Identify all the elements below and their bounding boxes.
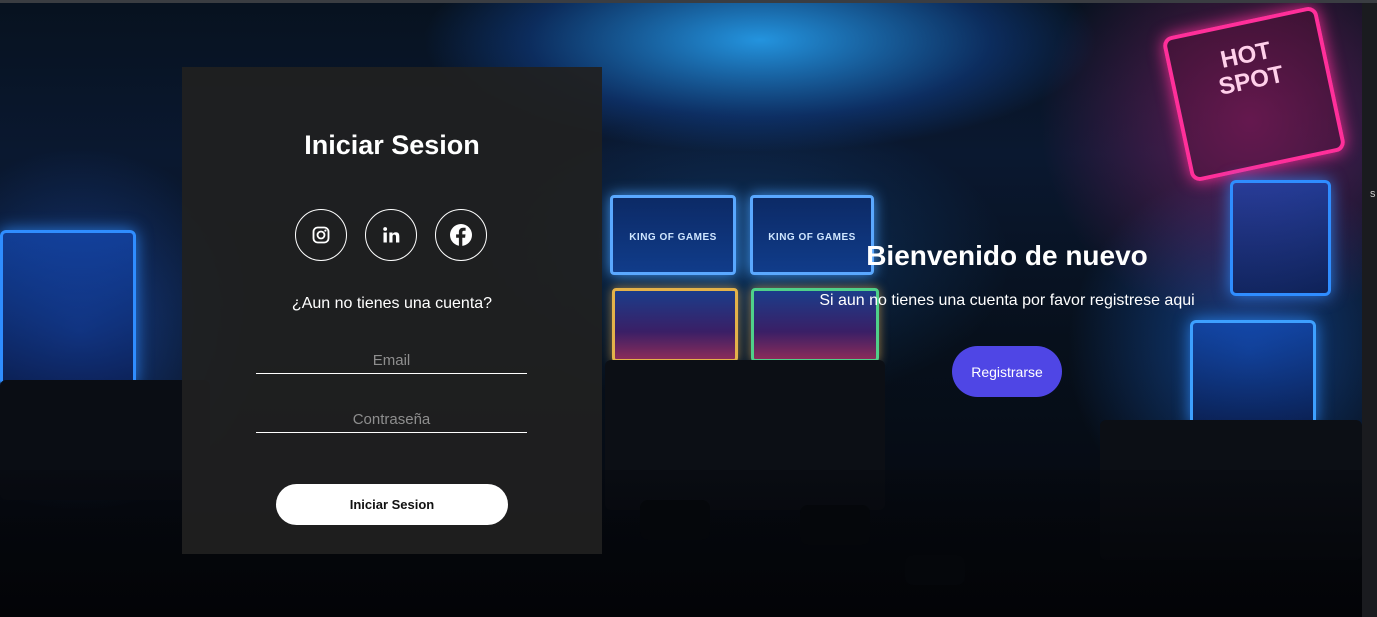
no-account-question: ¿Aun no tienes una cuenta? (291, 295, 493, 312)
page-edge-strip: s (1362, 0, 1377, 617)
browser-top-bar (0, 0, 1377, 3)
stool (905, 555, 965, 585)
password-field[interactable] (256, 406, 527, 433)
hot-spot-sign-text: HOT SPOT (1170, 28, 1328, 110)
instagram-link[interactable] (295, 209, 347, 261)
linkedin-link[interactable] (365, 209, 417, 261)
right-arcade-cabinet (1230, 180, 1331, 296)
welcome-text: Si aun no tienes una cuenta por favor re… (819, 292, 1195, 309)
stool (640, 500, 710, 540)
arcade-screen-left: KING OF GAMES (610, 195, 736, 275)
register-button[interactable]: Registrarse (952, 346, 1062, 397)
page: KING OF GAMES KING OF GAMES HOT SPOT s In… (0, 0, 1377, 617)
social-links (295, 209, 495, 261)
instagram-icon (312, 226, 330, 244)
login-title: Iniciar Sesion (304, 130, 480, 160)
email-field[interactable] (256, 347, 527, 374)
login-card: Iniciar Sesion ¿Aun no tienes una cuenta… (182, 67, 602, 554)
facebook-icon (450, 224, 472, 246)
linkedin-icon (383, 227, 400, 243)
edge-text: s (1370, 188, 1376, 200)
login-button[interactable]: Iniciar Sesion (276, 484, 508, 525)
hot-spot-sign: HOT SPOT (1161, 5, 1347, 183)
welcome-title: Bienvenido de nuevo (866, 240, 1148, 271)
left-arcade-cabinet (0, 230, 136, 386)
screen-text: KING OF GAMES (629, 232, 717, 243)
facebook-link[interactable] (435, 209, 487, 261)
game-screen-left (612, 288, 738, 362)
stool (800, 505, 870, 545)
right-arcade-screen (1190, 320, 1316, 426)
